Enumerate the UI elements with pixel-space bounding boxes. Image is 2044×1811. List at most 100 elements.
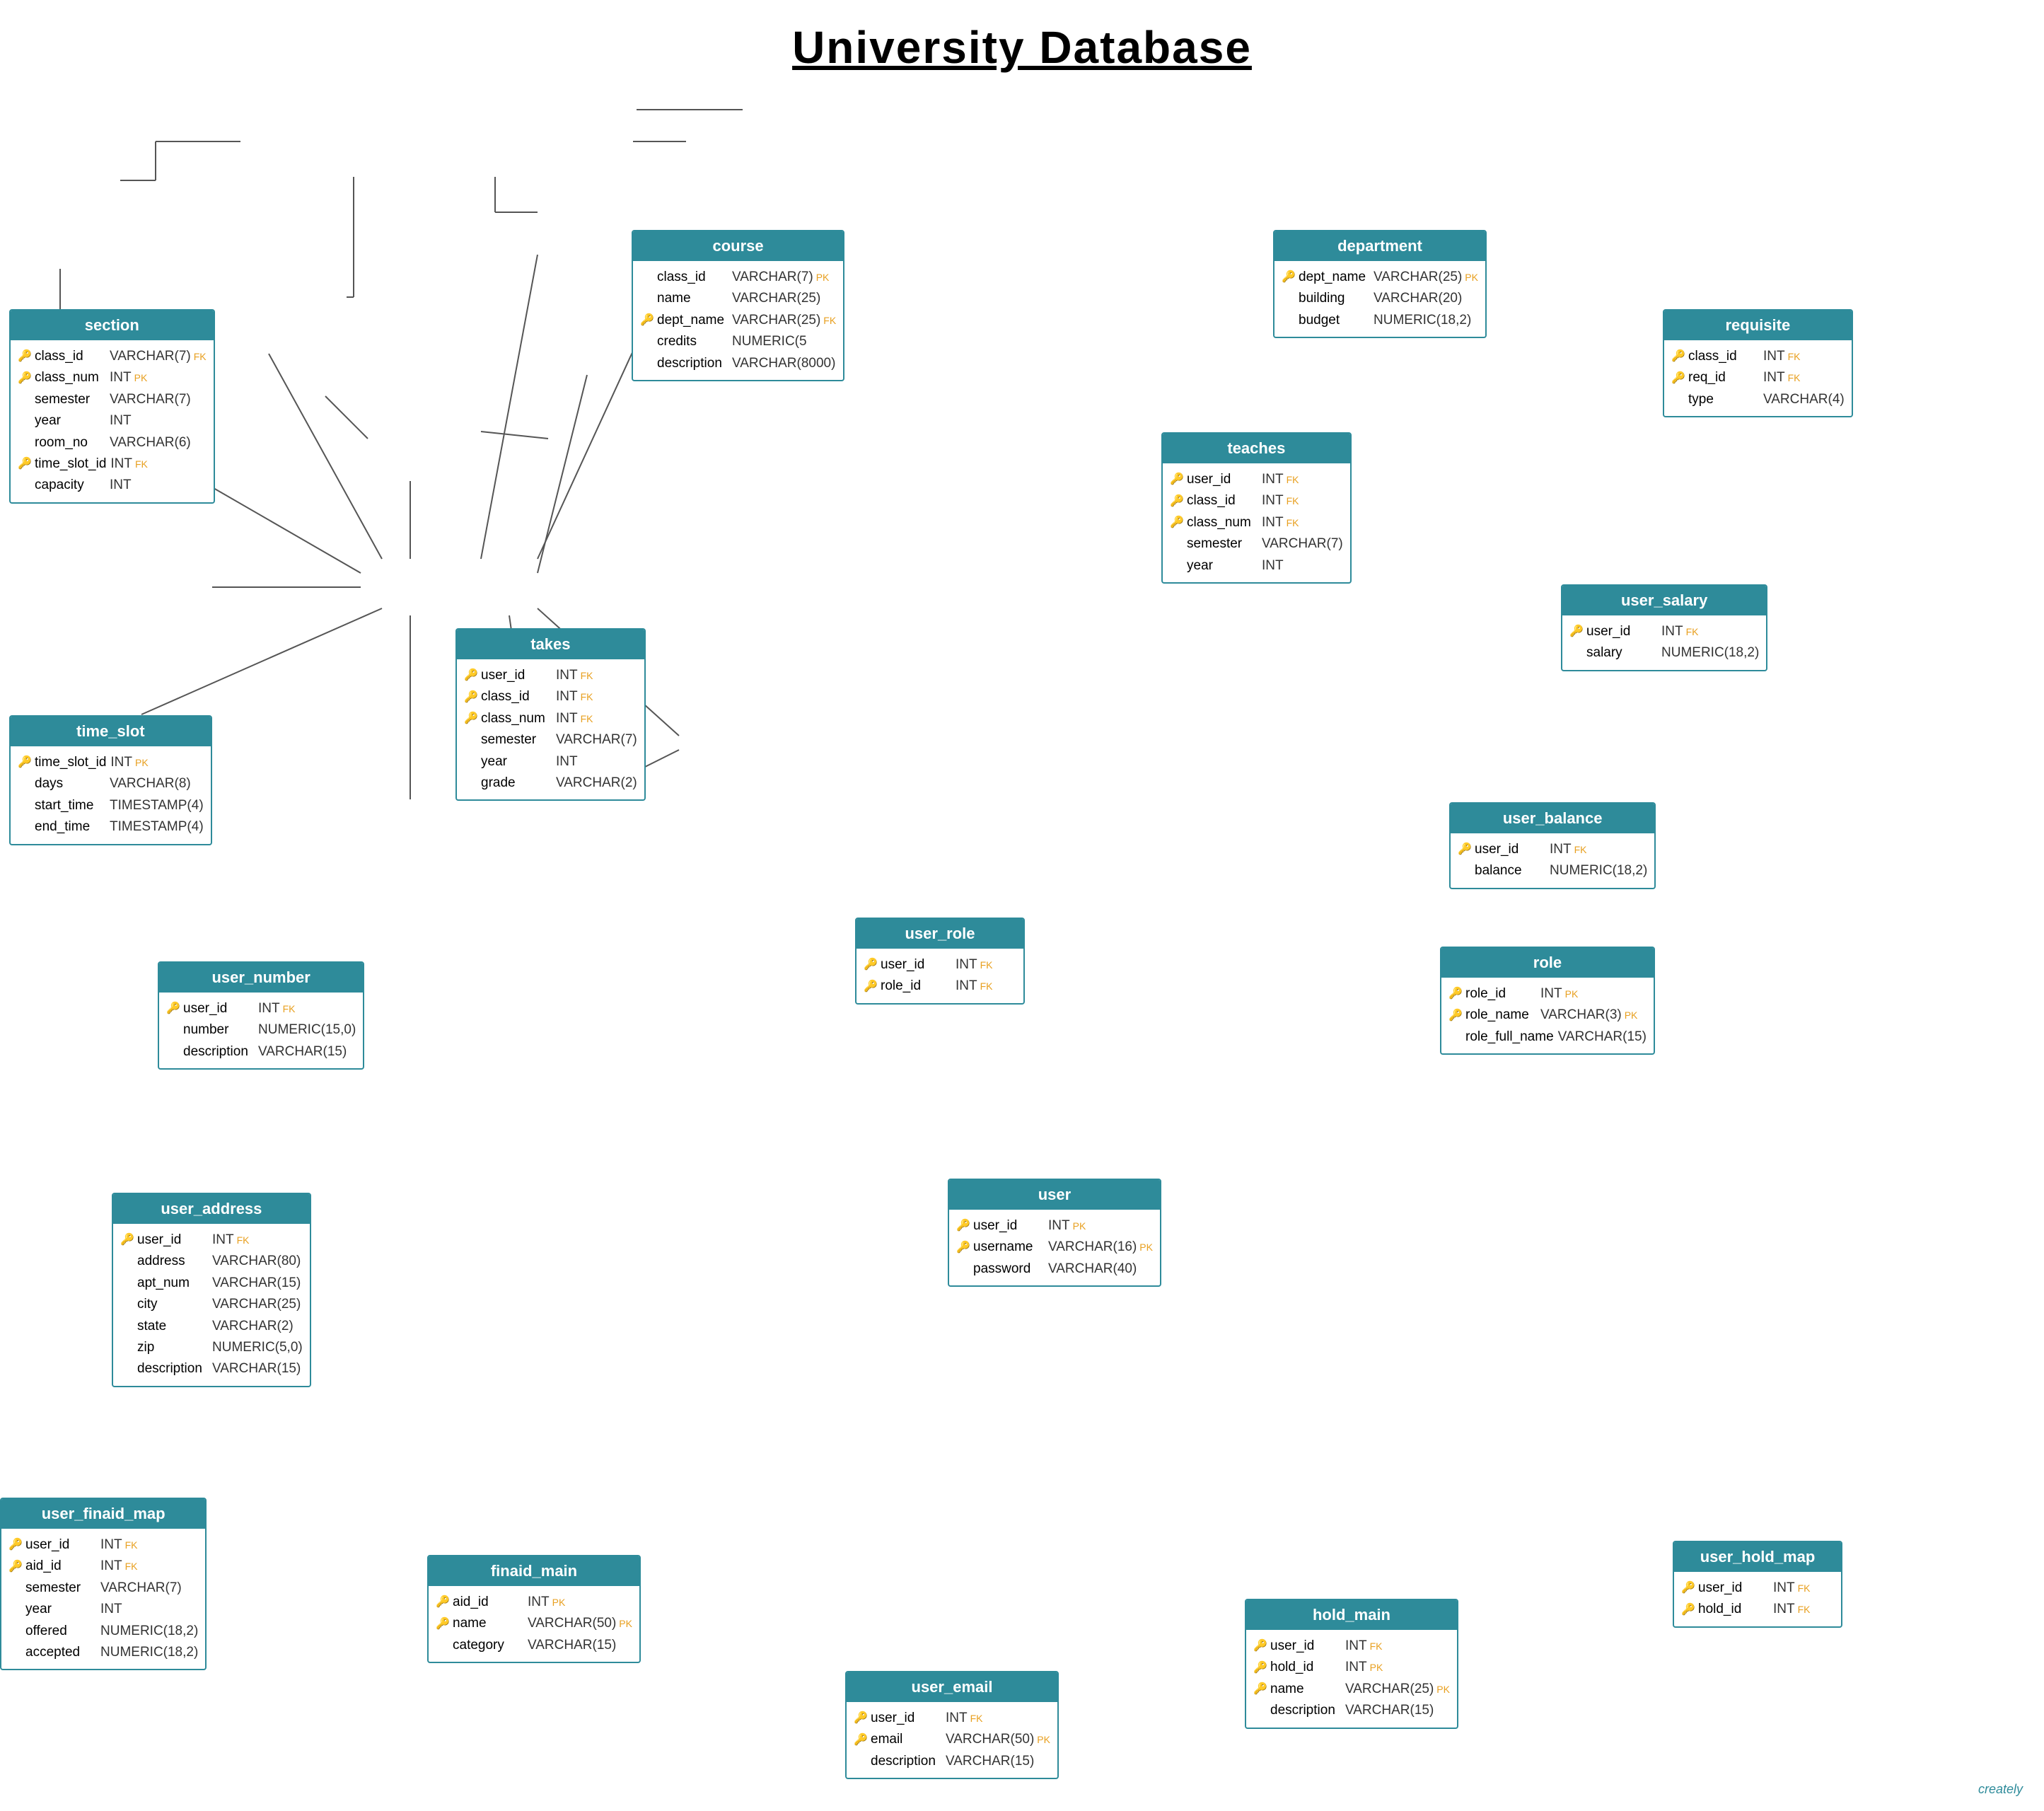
- table-row: 🔑role_idINT FK: [864, 976, 1016, 997]
- key-badge: PK: [816, 270, 830, 285]
- empty-icon: [640, 290, 654, 308]
- empty-icon: [1282, 311, 1296, 330]
- table-header-time_slot: time_slot: [11, 717, 211, 746]
- table-user_address: user_address🔑user_idINT FK addressVARCHA…: [112, 1193, 311, 1387]
- empty-icon: [166, 1022, 180, 1040]
- table-user_salary: user_salary🔑user_idINT FK salaryNUMERIC(…: [1561, 584, 1767, 671]
- key-badge: FK: [581, 711, 593, 727]
- field-type: TIMESTAMP(4): [110, 795, 204, 816]
- field-type: NUMERIC(5: [732, 331, 807, 352]
- field-name: name: [453, 1613, 523, 1634]
- key-badge: FK: [1287, 472, 1299, 487]
- table-row: daysVARCHAR(8): [18, 773, 204, 794]
- table-row: semesterVARCHAR(7): [18, 389, 207, 410]
- field-type: VARCHAR(25): [212, 1294, 301, 1315]
- table-row: start_timeTIMESTAMP(4): [18, 795, 204, 816]
- field-type: VARCHAR(8): [110, 773, 191, 794]
- key-badge: FK: [823, 313, 836, 328]
- field-name: address: [137, 1251, 208, 1272]
- field-type: VARCHAR(40): [1048, 1259, 1137, 1280]
- table-hold_main: hold_main🔑user_idINT FK🔑hold_idINT PK🔑na…: [1245, 1599, 1458, 1729]
- table-row: yearINT: [1170, 555, 1343, 577]
- table-row: 🔑role_nameVARCHAR(3) PK: [1448, 1005, 1647, 1026]
- field-name: semester: [35, 389, 105, 410]
- field-type: NUMERIC(5,0): [212, 1337, 303, 1358]
- field-name: days: [35, 773, 105, 794]
- key-badge: FK: [1798, 1580, 1811, 1596]
- empty-icon: [1458, 862, 1472, 881]
- field-name: description: [183, 1041, 254, 1063]
- empty-icon: [120, 1338, 134, 1357]
- field-type: INT: [212, 1229, 234, 1251]
- key-badge: FK: [581, 689, 593, 705]
- table-row: stateVARCHAR(2): [120, 1316, 303, 1337]
- field-type: VARCHAR(2): [556, 773, 637, 794]
- key-badge: FK: [194, 349, 207, 364]
- field-name: user_id: [871, 1708, 941, 1729]
- table-header-role: role: [1441, 948, 1654, 978]
- field-name: building: [1299, 288, 1369, 309]
- table-header-user_finaid_map: user_finaid_map: [1, 1499, 205, 1529]
- table-row: 🔑user_idINT FK: [1569, 621, 1759, 642]
- table-row: 🔑nameVARCHAR(25) PK: [1253, 1679, 1450, 1700]
- field-name: user_id: [1698, 1578, 1769, 1599]
- key-badge: PK: [1370, 1660, 1383, 1675]
- field-type: VARCHAR(6): [110, 432, 191, 453]
- key-badge: FK: [135, 456, 148, 472]
- key-badge: FK: [1287, 493, 1299, 509]
- field-name: user_id: [137, 1229, 208, 1251]
- table-row: categoryVARCHAR(15): [436, 1635, 632, 1656]
- key-icon: 🔑: [166, 1000, 180, 1018]
- field-name: credits: [657, 331, 728, 352]
- table-row: 🔑class_numINT FK: [1170, 512, 1343, 533]
- key-badge: PK: [1436, 1682, 1450, 1697]
- table-header-takes: takes: [457, 630, 644, 659]
- field-name: user_id: [1586, 621, 1657, 642]
- key-icon: 🔑: [464, 688, 478, 707]
- table-row: nameVARCHAR(25): [640, 288, 836, 309]
- field-type: VARCHAR(25): [732, 288, 820, 309]
- field-type: VARCHAR(15): [946, 1751, 1034, 1772]
- table-row: 🔑class_idINT FK: [1671, 346, 1845, 367]
- table-row: descriptionVARCHAR(15): [854, 1751, 1050, 1772]
- table-course: course class_idVARCHAR(7) PK nameVARCHAR…: [632, 230, 844, 381]
- table-row: descriptionVARCHAR(15): [1253, 1700, 1450, 1721]
- table-row: 🔑user_idINT FK: [464, 665, 637, 686]
- field-name: user_id: [481, 665, 552, 686]
- table-requisite: requisite🔑class_idINT FK🔑req_idINT FK ty…: [1663, 309, 1853, 417]
- empty-icon: [1448, 1028, 1463, 1046]
- field-type: VARCHAR(7): [556, 729, 637, 751]
- table-row: 🔑user_idINT FK: [1681, 1578, 1834, 1599]
- key-badge: FK: [980, 957, 993, 973]
- empty-icon: [1253, 1702, 1267, 1720]
- table-section: section🔑class_idVARCHAR(7) FK🔑class_numI…: [9, 309, 215, 504]
- field-name: semester: [25, 1578, 96, 1599]
- field-type: INT: [956, 954, 977, 976]
- table-row: yearINT: [8, 1599, 198, 1620]
- table-row: balanceNUMERIC(18,2): [1458, 860, 1647, 881]
- table-row: 🔑user_idINT FK: [166, 998, 356, 1019]
- field-name: grade: [481, 773, 552, 794]
- table-row: 🔑time_slot_idINT PK: [18, 752, 204, 773]
- key-icon: 🔑: [464, 710, 478, 728]
- key-badge: FK: [1370, 1638, 1383, 1654]
- key-icon: 🔑: [956, 1239, 970, 1257]
- field-type: INT: [956, 976, 977, 997]
- key-icon: 🔑: [1448, 985, 1463, 1003]
- table-row: 🔑emailVARCHAR(50) PK: [854, 1729, 1050, 1750]
- table-row: semesterVARCHAR(7): [1170, 533, 1343, 555]
- key-badge: FK: [581, 668, 593, 683]
- key-icon: 🔑: [1170, 492, 1184, 511]
- table-row: numberNUMERIC(15,0): [166, 1019, 356, 1041]
- empty-icon: [640, 268, 654, 287]
- field-name: offered: [25, 1621, 96, 1642]
- key-icon: 🔑: [1569, 623, 1584, 641]
- field-type: VARCHAR(16): [1048, 1237, 1137, 1258]
- empty-icon: [1170, 557, 1184, 575]
- table-row: 🔑role_idINT PK: [1448, 983, 1647, 1005]
- table-teaches: teaches🔑user_idINT FK🔑class_idINT FK🔑cla…: [1161, 432, 1352, 584]
- empty-icon: [18, 412, 32, 431]
- field-type: INT: [110, 367, 132, 388]
- field-name: capacity: [35, 475, 105, 496]
- field-type: VARCHAR(15): [1345, 1700, 1434, 1721]
